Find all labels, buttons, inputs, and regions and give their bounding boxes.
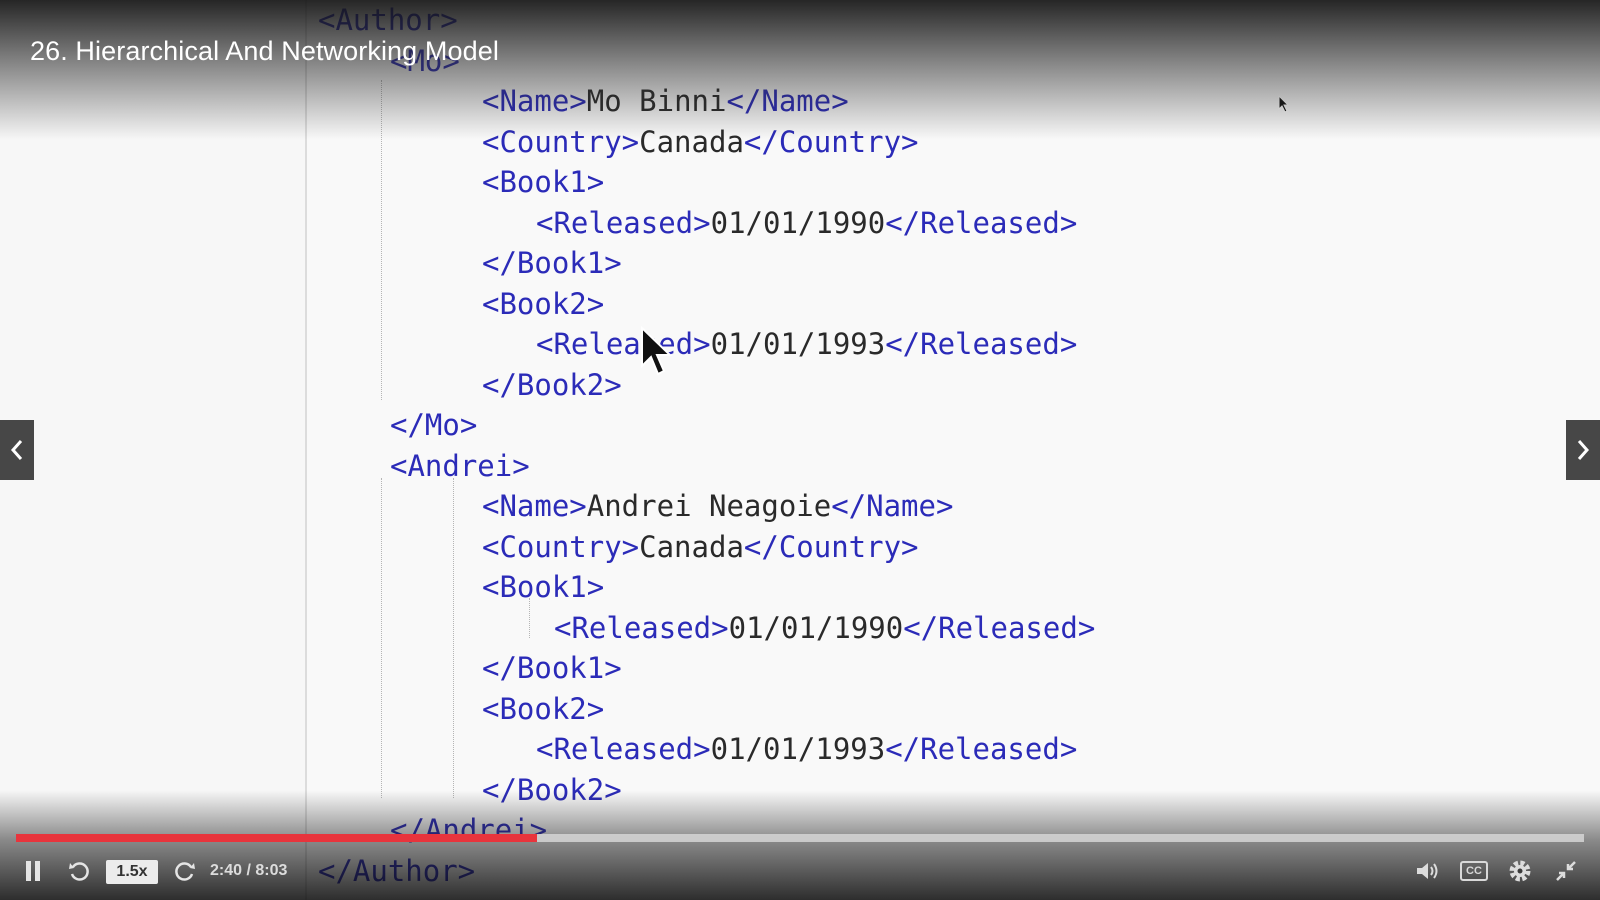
xml-tag: <Book2>	[482, 691, 605, 726]
code-line: <Book2>	[482, 689, 604, 729]
xml-text: 01/01/1990	[728, 610, 904, 645]
xml-tag: </Book1>	[482, 246, 622, 280]
code-line: </Mo>	[390, 405, 477, 445]
pause-icon	[26, 861, 40, 881]
xml-tag: <Country>	[482, 529, 640, 564]
next-lecture-button[interactable]	[1566, 420, 1600, 480]
previous-lecture-button[interactable]	[0, 420, 34, 480]
indent-guide	[453, 478, 454, 798]
xml-tag: <Name>	[482, 489, 587, 523]
code-line: <Book1>	[482, 162, 604, 202]
xml-text: 01/01/1993	[710, 327, 886, 361]
code-line: </Book1>	[482, 243, 622, 283]
xml-tag: </Mo>	[390, 408, 478, 442]
xml-tag: <Released>	[536, 732, 711, 766]
gear-icon	[1509, 860, 1531, 882]
forward-icon	[175, 862, 195, 881]
progress-fill	[16, 834, 537, 842]
chevron-left-icon	[10, 440, 23, 460]
settings-button[interactable]	[1504, 856, 1536, 886]
rewind-icon	[69, 862, 89, 881]
chevron-right-icon	[1577, 440, 1590, 460]
title-overlay	[0, 0, 1600, 140]
time-readout: 2:40 / 8:03	[210, 862, 288, 879]
indent-guide	[381, 478, 382, 798]
xml-tag: </Released>	[885, 205, 1078, 240]
code-line: <Name>Andrei Neagoie</Name>	[482, 486, 953, 526]
code-line: <Book2>	[482, 284, 604, 324]
captions-icon: CC	[1460, 861, 1488, 881]
code-line: <Released>01/01/1990</Released>	[554, 608, 1095, 648]
xml-tag: </Released>	[885, 732, 1078, 766]
rewind-button[interactable]	[64, 856, 94, 886]
pause-button[interactable]	[18, 856, 48, 886]
exit-fullscreen-button[interactable]	[1550, 856, 1582, 886]
xml-text: Andrei Neagoie	[586, 489, 832, 523]
xml-tag: </Name>	[831, 489, 954, 523]
xml-tag: <Book1>	[482, 165, 605, 199]
code-line: <Country>Canada</Country>	[482, 527, 919, 567]
video-title: 26. Hierarchical And Networking Model	[30, 36, 499, 66]
xml-tag: </Country>	[743, 529, 919, 564]
code-line: <Released>01/01/1990</Released>	[536, 203, 1077, 243]
xml-text: Canada	[639, 529, 744, 564]
xml-tag: </Released>	[903, 610, 1096, 645]
code-line: <Released>01/01/1993</Released>	[536, 324, 1077, 364]
code-line: <Released>01/01/1993</Released>	[536, 729, 1077, 769]
code-line: <Andrei>	[390, 446, 530, 486]
volume-button[interactable]	[1412, 856, 1444, 886]
xml-text: 01/01/1993	[710, 732, 886, 766]
code-line: </Book1>	[482, 648, 622, 688]
xml-text: 01/01/1990	[710, 205, 886, 240]
mouse-cursor-icon	[641, 326, 673, 376]
xml-tag: </Book2>	[482, 367, 622, 402]
volume-icon	[1417, 863, 1438, 879]
xml-tag: <Book2>	[482, 286, 605, 321]
exit-fullscreen-icon	[1556, 861, 1576, 881]
xml-tag: <Released>	[554, 610, 729, 645]
code-line: </Book2>	[482, 365, 622, 405]
xml-tag: <Released>	[536, 205, 711, 240]
xml-tag: <Book1>	[482, 570, 605, 604]
code-line: <Book1>	[482, 567, 604, 607]
captions-button[interactable]: CC	[1458, 856, 1490, 886]
forward-button[interactable]	[170, 856, 200, 886]
xml-tag: </Book1>	[482, 651, 622, 685]
progress-bar[interactable]	[16, 834, 1584, 842]
player-control-bar: 1.5x 2:40 / 8:03 CC	[0, 852, 1600, 892]
xml-tag: <Released>	[536, 327, 711, 361]
xml-tag: <Andrei>	[390, 448, 530, 483]
xml-tag: </Released>	[885, 327, 1078, 361]
playback-speed-button[interactable]: 1.5x	[106, 860, 158, 884]
